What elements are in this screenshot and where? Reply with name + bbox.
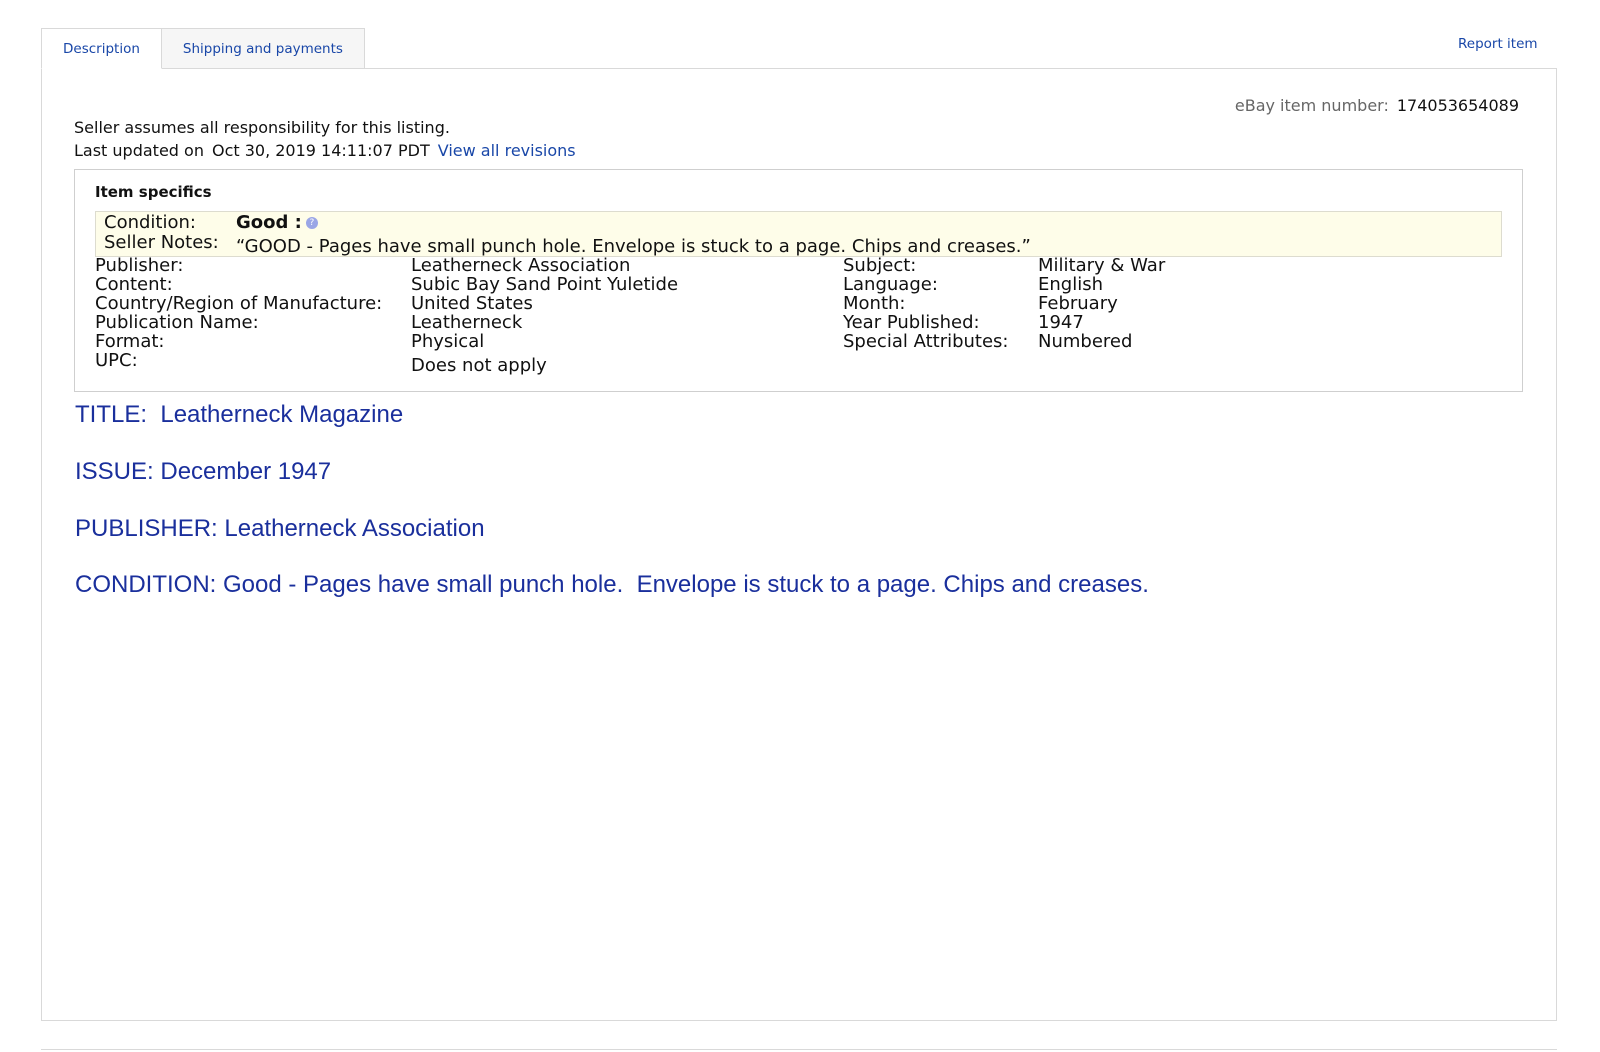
description-condition: CONDITION: Good - Pages have small punch…	[75, 571, 1149, 598]
view-all-revisions-link[interactable]: View all revisions	[438, 141, 576, 160]
last-updated: Last updated on Oct 30, 2019 14:11:07 PDT…	[74, 141, 576, 160]
spec-label-content: Content:	[95, 274, 173, 295]
spec-value-content: Subic Bay Sand Point Yuletide	[411, 274, 679, 295]
spec-label-month: Month:	[843, 293, 906, 314]
description-panel: eBay item number: 174053654089 Seller ass…	[41, 68, 1557, 1021]
description-publisher: PUBLISHER: Leatherneck Association	[75, 515, 485, 542]
spec-value-upc: Does not apply	[411, 355, 547, 376]
spec-label-year-published: Year Published:	[843, 312, 980, 333]
tab-shipping-and-payments[interactable]: Shipping and payments	[161, 28, 365, 69]
spec-value-publisher: Leatherneck Association	[411, 255, 631, 276]
item-number: eBay item number: 174053654089	[1235, 96, 1519, 115]
spec-value-subject: Military & War	[1038, 255, 1166, 276]
spec-value-year-published: 1947	[1038, 312, 1084, 333]
last-updated-label: Last updated on	[74, 141, 204, 160]
spec-label-special-attributes: Special Attributes:	[843, 331, 1009, 352]
spec-label-upc: UPC:	[95, 350, 138, 371]
spec-value-language: English	[1038, 274, 1103, 295]
description-title: TITLE: Leatherneck Magazine	[75, 401, 404, 428]
spec-value-publication-name: Leatherneck	[411, 312, 523, 333]
spec-label-country: Country/Region of Manufacture:	[95, 293, 383, 314]
spec-label-language: Language:	[843, 274, 938, 295]
item-specifics: Item specifics Condition: Good :? Seller…	[74, 169, 1523, 392]
spec-label-subject: Subject:	[843, 255, 917, 276]
responsibility-notice: Seller assumes all responsibility for th…	[74, 118, 450, 137]
spec-value-format: Physical	[411, 331, 485, 352]
spec-value-month: February	[1038, 293, 1118, 314]
tab-description[interactable]: Description	[41, 28, 162, 69]
item-number-value: 174053654089	[1396, 96, 1519, 115]
seller-notes-value: “GOOD - Pages have small punch hole. Env…	[236, 236, 1031, 257]
description-issue: ISSUE: December 1947	[75, 458, 332, 485]
condition-value: Good :	[236, 212, 302, 233]
condition-value-wrap: Good :?	[236, 212, 318, 233]
seller-notes-label: Seller Notes:	[104, 232, 219, 253]
spec-label-publisher: Publisher:	[95, 255, 184, 276]
footer-divider	[41, 1049, 1557, 1050]
last-updated-value: Oct 30, 2019 14:11:07 PDT	[211, 141, 430, 160]
item-specifics-title: Item specifics	[95, 183, 212, 201]
info-icon[interactable]: ?	[305, 217, 318, 229]
condition-box: Condition: Good :? Seller Notes: “GOOD -…	[95, 211, 1502, 257]
spec-value-special-attributes: Numbered	[1038, 331, 1133, 352]
report-item-link[interactable]: Report item	[1458, 36, 1538, 52]
tab-bar: Description Shipping and payments	[41, 28, 365, 69]
spec-label-publication-name: Publication Name:	[95, 312, 259, 333]
item-number-label: eBay item number:	[1234, 96, 1389, 115]
spec-label-format: Format:	[95, 331, 165, 352]
spec-value-country: United States	[411, 293, 533, 314]
condition-label: Condition:	[104, 212, 196, 233]
